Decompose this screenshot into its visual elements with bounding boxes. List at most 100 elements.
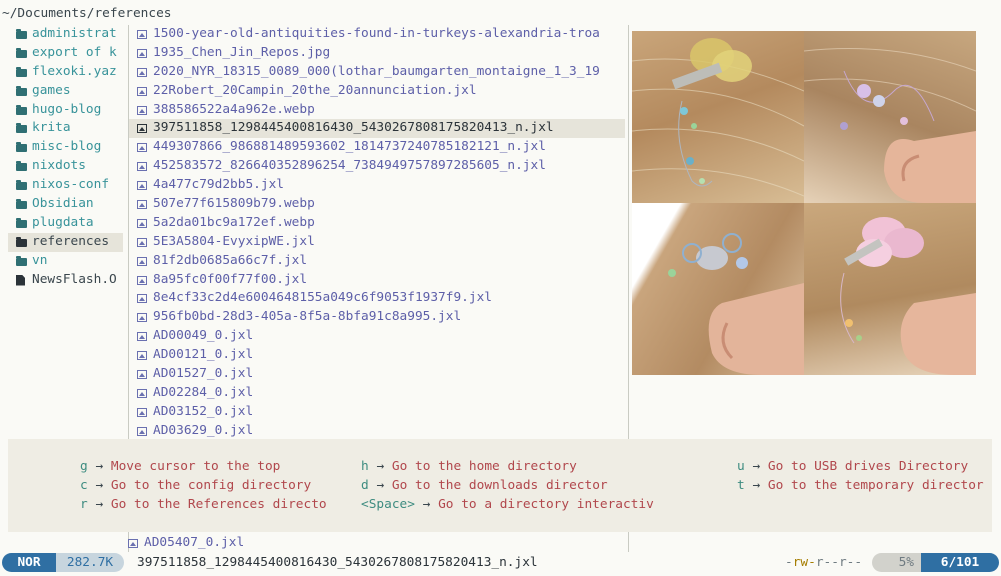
- file-name: 507e77f615809b79.webp: [153, 196, 315, 212]
- parent-dir-item[interactable]: vn: [8, 252, 123, 271]
- folder-icon: [16, 236, 32, 247]
- folder-icon: [16, 47, 32, 58]
- file-row[interactable]: 2020_NYR_18315_0089_000(lothar_baumgarte…: [129, 63, 625, 82]
- file-row[interactable]: AD01527_0.jxl: [129, 365, 625, 384]
- item-name: vn: [32, 252, 48, 268]
- file-row[interactable]: 956fb0bd-28d3-405a-8f5a-8bfa91c8a995.jxl: [129, 308, 625, 327]
- image-file-icon: [137, 237, 153, 247]
- image-file-icon: [137, 124, 153, 134]
- image-file-icon: [137, 67, 153, 77]
- mode-indicator: NOR: [2, 553, 56, 572]
- file-name: AD05407_0.jxl: [144, 535, 245, 550]
- preview-photo-hairclip-top-right: [804, 31, 976, 203]
- perm-other: r--: [838, 555, 863, 570]
- item-name: krita: [32, 120, 71, 136]
- parent-dir-item[interactable]: plugdata: [8, 214, 123, 233]
- arrow-right-icon: →: [752, 478, 761, 493]
- image-file-icon: [137, 369, 153, 379]
- file-row[interactable]: 388586522a4a962e.webp: [129, 101, 625, 120]
- parent-dir-item[interactable]: references: [8, 232, 123, 252]
- hint-entry: u → Go to USB drives Directory: [737, 459, 968, 474]
- hint-entry: r → Go to the References directo: [80, 497, 327, 512]
- file-row[interactable]: 22Robert_20Campin_20the_20annunciation.j…: [129, 82, 625, 101]
- file-row[interactable]: AD03152_0.jxl: [129, 403, 625, 422]
- image-file-icon: [137, 48, 153, 58]
- item-name: nixos-conf: [32, 177, 110, 193]
- file-name: 5E3A5804-EvyxipWE.jxl: [153, 233, 315, 249]
- arrow-right-icon: →: [95, 459, 104, 474]
- file-name: AD01527_0.jxl: [153, 366, 254, 382]
- parent-dir-item[interactable]: nixdots: [8, 157, 123, 176]
- file-row[interactable]: 8a95fc0f00f77f00.jxl: [129, 271, 625, 290]
- hint-key: g: [80, 459, 88, 474]
- parent-dir-item[interactable]: misc-blog: [8, 138, 123, 157]
- item-name: references: [32, 233, 110, 249]
- file-row[interactable]: 1500-year-old-antiquities-found-in-turke…: [129, 25, 625, 44]
- perm-type: -: [785, 555, 793, 570]
- folder-icon: [16, 66, 32, 77]
- file-name: 1500-year-old-antiquities-found-in-turke…: [153, 26, 600, 41]
- hint-entry: d → Go to the downloads director: [361, 478, 608, 493]
- parent-dir-item[interactable]: NewsFlash.O: [8, 271, 123, 290]
- hint-key: h: [361, 459, 369, 474]
- cursor-position: 6/101: [921, 553, 999, 572]
- item-name: hugo-blog: [32, 101, 102, 117]
- file-row[interactable]: 8e4cf33c2d4e6004648155a049c6f9053f1937f9…: [129, 289, 625, 308]
- folder-icon: [16, 142, 32, 153]
- arrow-right-icon: →: [422, 497, 431, 512]
- parent-dir-item[interactable]: flexoki.yaz: [8, 63, 123, 82]
- image-file-icon: [137, 256, 153, 266]
- file-row[interactable]: AD00121_0.jxl: [129, 346, 625, 365]
- file-row[interactable]: 5E3A5804-EvyxipWE.jxl: [129, 233, 625, 252]
- parent-dir-item[interactable]: krita: [8, 119, 123, 138]
- current-path: ~/Documents/references: [2, 6, 172, 21]
- parent-dir-item[interactable]: nixos-conf: [8, 176, 123, 195]
- file-row[interactable]: 4a477c79d2bb5.jxl: [129, 176, 625, 195]
- parent-dir-item[interactable]: Obsidian: [8, 195, 123, 214]
- item-name: flexoki.yaz: [32, 63, 117, 79]
- file-name: AD00121_0.jxl: [153, 347, 254, 363]
- file-row[interactable]: 507e77f615809b79.webp: [129, 195, 625, 214]
- image-file-icon: [137, 199, 153, 209]
- hint-key: t: [737, 478, 745, 493]
- hint-key: <Space>: [361, 497, 415, 512]
- file-name: AD03629_0.jxl: [153, 422, 254, 438]
- preview-photo-hairclip-bottom-right: [804, 203, 976, 375]
- perm-owner: rw-: [792, 555, 816, 570]
- file-row[interactable]: AD03629_0.jxl: [129, 422, 625, 441]
- arrow-right-icon: →: [752, 459, 761, 474]
- file-name: 956fb0bd-28d3-405a-8f5a-8bfa91c8a995.jxl: [153, 309, 462, 325]
- file-row[interactable]: 5a2da01bc9a172ef.webp: [129, 214, 625, 233]
- image-file-icon: [128, 538, 144, 548]
- arrow-right-icon: →: [376, 459, 385, 474]
- status-bar: NOR 282.7K 397511858_1298445400816430_54…: [0, 552, 1001, 574]
- file-row[interactable]: 452583572_826640352896254_73849497578972…: [129, 157, 625, 176]
- file-row-last[interactable]: AD05407_0.jxl: [128, 534, 624, 553]
- preview-photo-hairclip-bottom-left: [632, 203, 804, 375]
- item-name: nixdots: [32, 158, 86, 174]
- file-permissions: -rw-r--r--: [785, 553, 862, 572]
- hint-description: Move cursor to the top: [110, 459, 281, 474]
- file-name: 388586522a4a962e.webp: [153, 101, 315, 117]
- file-row[interactable]: AD00049_0.jxl: [129, 327, 625, 346]
- file-row[interactable]: 1935_Chen_Jin_Repos.jpg: [129, 44, 625, 63]
- folder-icon: [16, 28, 32, 39]
- file-row[interactable]: 81f2db0685a66c7f.jxl: [129, 252, 625, 271]
- hint-key: c: [80, 478, 88, 493]
- file-row[interactable]: AD02284_0.jxl: [129, 384, 625, 403]
- file-row-selected[interactable]: 397511858_1298445400816430_5430267808175…: [129, 119, 625, 139]
- parent-dir-item[interactable]: export of k: [8, 44, 123, 63]
- parent-dir-item[interactable]: administrat: [8, 25, 123, 44]
- hint-entry: <Space> → Go to a directory interactiv: [361, 497, 654, 512]
- parent-dir-item[interactable]: games: [8, 82, 123, 101]
- hint-entry: c → Go to the config directory: [80, 478, 311, 493]
- image-file-icon: [137, 86, 153, 96]
- image-file-icon: [137, 332, 153, 342]
- item-name: NewsFlash.O: [32, 271, 117, 287]
- scroll-percent: 5%: [872, 553, 922, 572]
- file-row[interactable]: 449307866_986881489593602_18147372407851…: [129, 138, 625, 157]
- hint-entry: g → Move cursor to the top: [80, 459, 280, 474]
- parent-dir-item[interactable]: hugo-blog: [8, 101, 123, 120]
- hint-description: Go to the config directory: [110, 478, 312, 493]
- image-file-icon: [137, 407, 153, 417]
